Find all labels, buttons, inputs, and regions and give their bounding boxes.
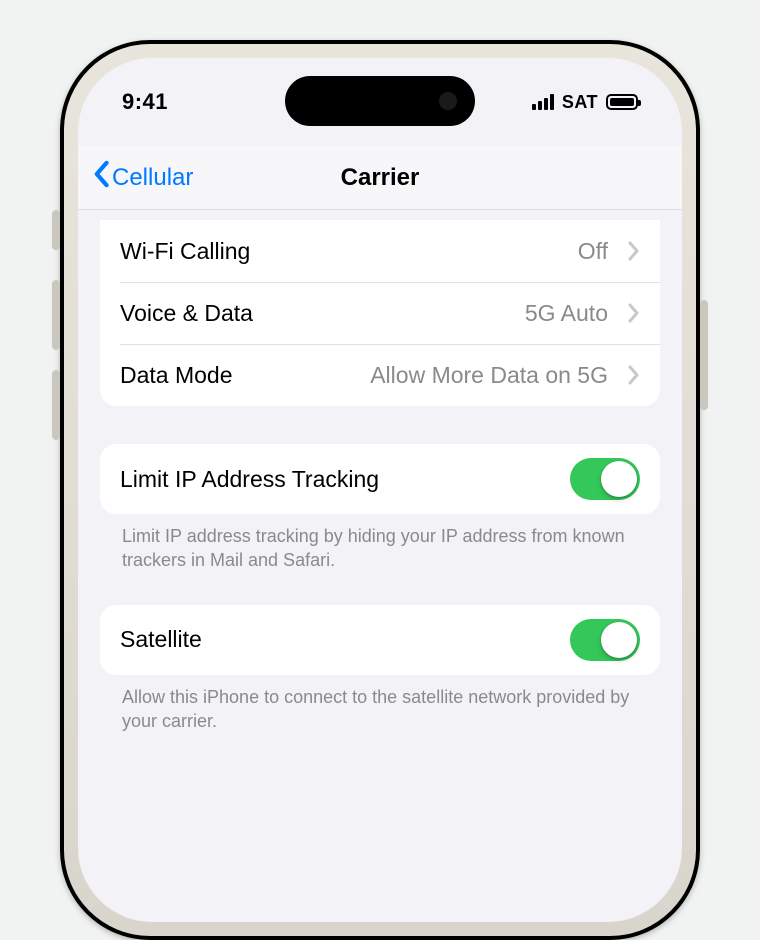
toggle-satellite[interactable] <box>570 619 640 661</box>
row-satellite[interactable]: Satellite <box>100 605 660 675</box>
row-value: 5G Auto <box>525 300 608 327</box>
settings-group-carrier: Wi-Fi Calling Off Voice & Data 5G Auto <box>100 220 660 406</box>
group-footer-satellite: Allow this iPhone to connect to the sate… <box>100 675 660 734</box>
row-label: Satellite <box>120 626 202 653</box>
chevron-right-icon <box>628 303 640 323</box>
screen: 9:41 SAT Cellular Carrier Wi-Fi Ca <box>78 58 682 922</box>
row-label: Voice & Data <box>120 300 253 327</box>
row-limit-ip-tracking[interactable]: Limit IP Address Tracking <box>100 444 660 514</box>
battery-icon <box>606 94 638 110</box>
row-wifi-calling[interactable]: Wi-Fi Calling Off <box>100 220 660 282</box>
cellular-signal-icon <box>532 94 554 110</box>
toggle-limit-ip-tracking[interactable] <box>570 458 640 500</box>
chevron-right-icon <box>628 365 640 385</box>
row-voice-data[interactable]: Voice & Data 5G Auto <box>100 282 660 344</box>
group-footer-ip: Limit IP address tracking by hiding your… <box>100 514 660 573</box>
row-label: Data Mode <box>120 362 233 389</box>
phone-frame: 9:41 SAT Cellular Carrier Wi-Fi Ca <box>60 40 700 940</box>
row-label: Wi-Fi Calling <box>120 238 250 265</box>
row-data-mode[interactable]: Data Mode Allow More Data on 5G <box>100 344 660 406</box>
status-bar: 9:41 SAT <box>78 58 682 138</box>
settings-group-ip-tracking: Limit IP Address Tracking <box>100 444 660 514</box>
nav-bar: Cellular Carrier <box>78 146 682 210</box>
row-label: Limit IP Address Tracking <box>120 466 379 493</box>
row-value: Off <box>578 238 608 265</box>
chevron-left-icon <box>92 160 110 195</box>
chevron-right-icon <box>628 241 640 261</box>
row-value: Allow More Data on 5G <box>370 362 608 389</box>
back-button[interactable]: Cellular <box>92 160 193 195</box>
page-title: Carrier <box>341 164 420 192</box>
settings-group-satellite: Satellite <box>100 605 660 675</box>
back-label: Cellular <box>112 164 193 192</box>
content-area: Wi-Fi Calling Off Voice & Data 5G Auto <box>78 210 682 922</box>
status-time: 9:41 <box>122 81 168 115</box>
status-network-label: SAT <box>562 92 598 113</box>
